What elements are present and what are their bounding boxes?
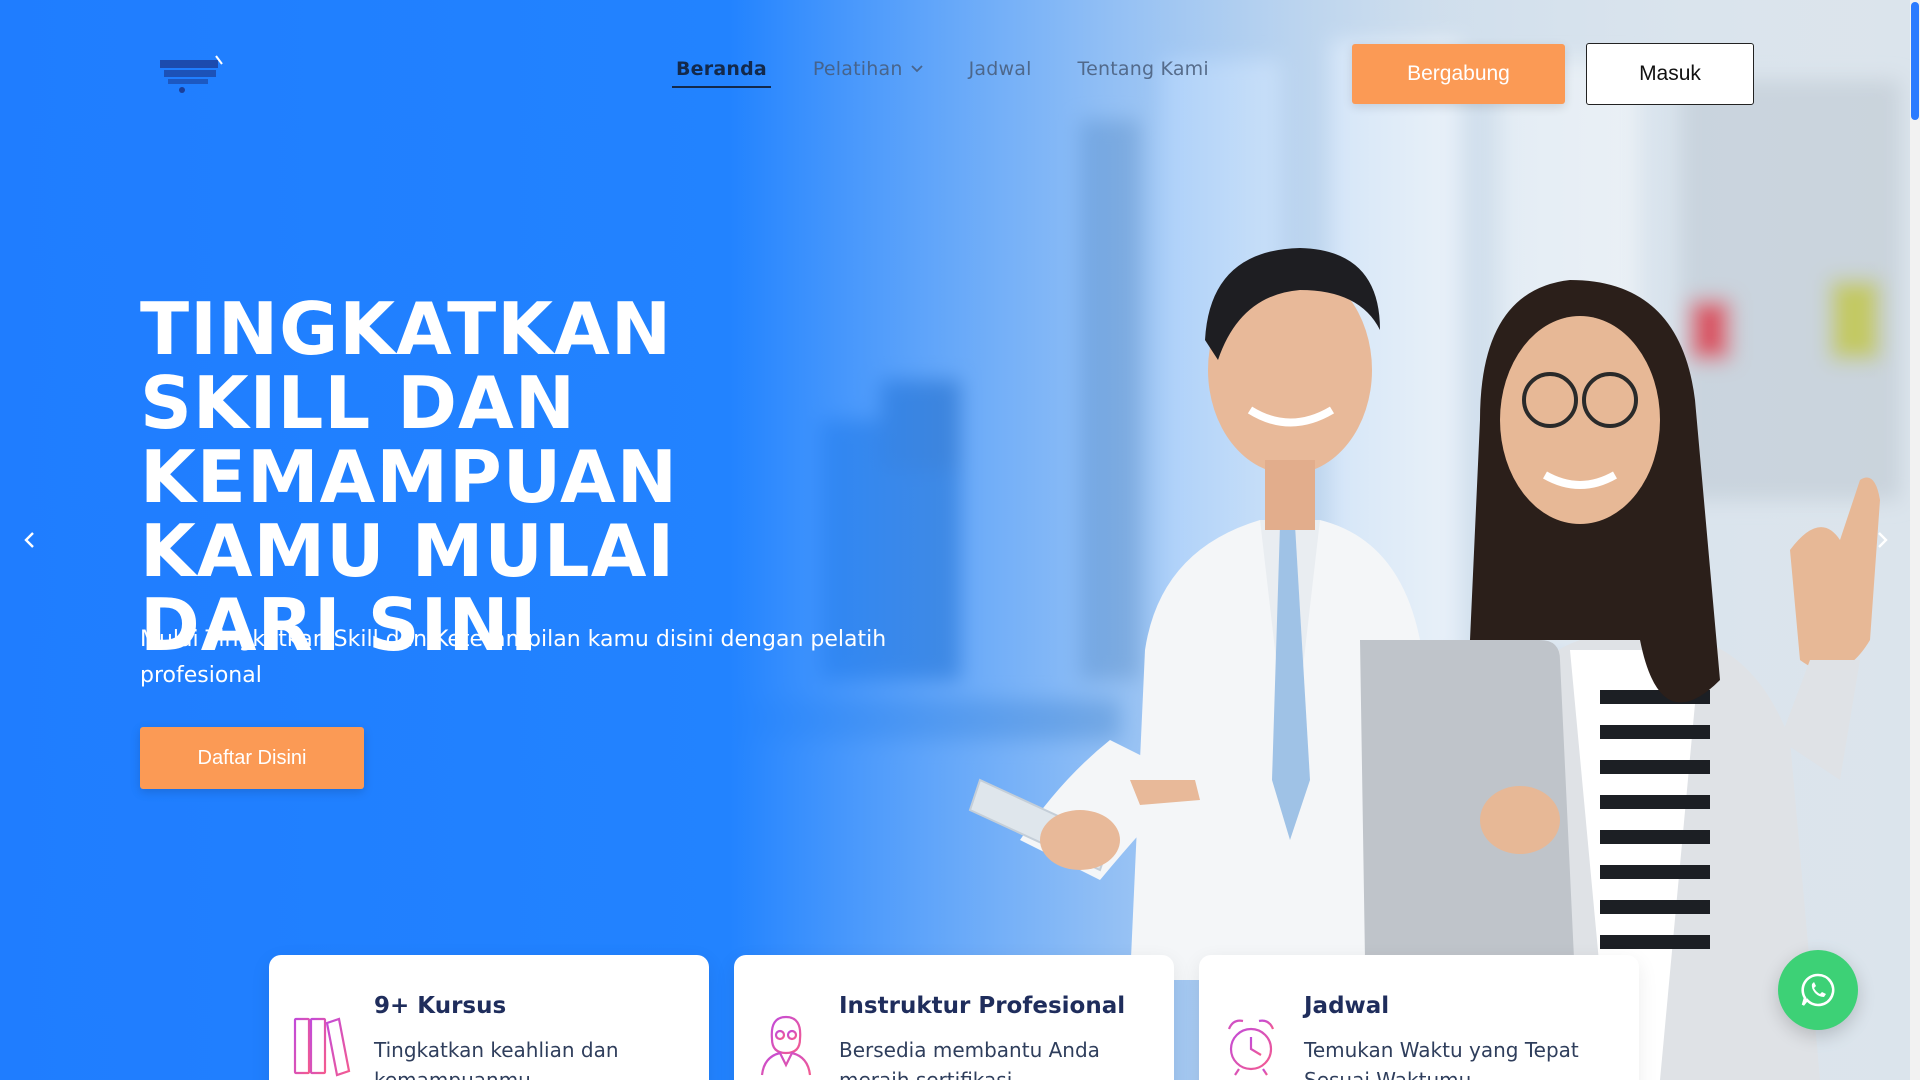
carousel-prev-icon[interactable] (18, 528, 42, 552)
nav-item-beranda[interactable]: Beranda (672, 58, 771, 88)
brand-logo[interactable] (158, 54, 228, 96)
hero-headline: TINGKATKAN SKILL DAN KEMAMPUAN KAMU MULA… (140, 287, 678, 667)
feature-card-instructors: Instruktur Profesional Bersedia membantu… (734, 955, 1174, 1080)
chevron-down-icon (910, 65, 923, 73)
scrollbar-thumb[interactable] (1911, 2, 1919, 120)
hero-subtext: Mulai Tingkatkan Skill dan Keterampilan … (140, 627, 887, 688)
card-description: Bersedia membantu Anda meraih sertifikas… (839, 1038, 1100, 1080)
feature-card-courses: 9+ Kursus Tingkatkan keahlian dan kemamp… (269, 955, 709, 1080)
card-description: Temukan Waktu yang Tepat Sesuai Waktumu (1304, 1038, 1579, 1080)
carousel-next-icon[interactable] (1870, 528, 1894, 552)
hero-people-illustration (968, 248, 1880, 1080)
card-title: Instruktur Profesional (839, 993, 1126, 1019)
card-description: Tingkatkan keahlian dan kemampuanmu (374, 1038, 619, 1080)
whatsapp-icon (1801, 973, 1835, 1007)
nav-item-pelatihan[interactable]: Pelatihan (813, 58, 923, 88)
nav-item-label: Jadwal (968, 58, 1032, 80)
books-icon (293, 1017, 351, 1077)
join-button[interactable]: Bergabung (1352, 44, 1565, 104)
instructor-icon (760, 1015, 812, 1076)
nav-item-label: Pelatihan (812, 58, 903, 80)
register-button[interactable]: Daftar Disini (140, 727, 364, 789)
whatsapp-chat-button[interactable] (1778, 950, 1858, 1030)
login-button[interactable]: Masuk (1586, 43, 1754, 105)
feature-card-schedule: Jadwal Temukan Waktu yang Tepat Sesuai W… (1199, 955, 1639, 1080)
main-nav: Beranda Pelatihan Jadwal Tentang Kami (672, 58, 1209, 88)
nav-item-label: Beranda (676, 58, 767, 80)
alarm-clock-icon (1227, 1019, 1275, 1076)
card-title: Jadwal (1304, 993, 1390, 1019)
nav-item-jadwal[interactable]: Jadwal (969, 58, 1032, 88)
page-scrollbar[interactable] (1910, 0, 1920, 1080)
card-title: 9+ Kursus (374, 993, 507, 1019)
nav-item-tentang-kami[interactable]: Tentang Kami (1078, 58, 1209, 88)
nav-item-label: Tentang Kami (1077, 58, 1209, 80)
